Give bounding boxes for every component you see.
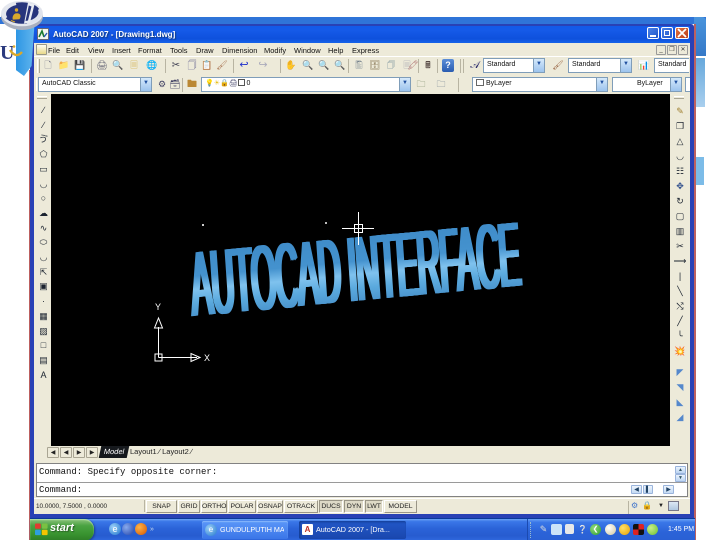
svg-text:AUTOCAD INTERFACE: AUTOCAD INTERFACE [189, 203, 524, 336]
svg-text:X: X [204, 353, 210, 363]
svg-text:Y: Y [155, 302, 161, 312]
